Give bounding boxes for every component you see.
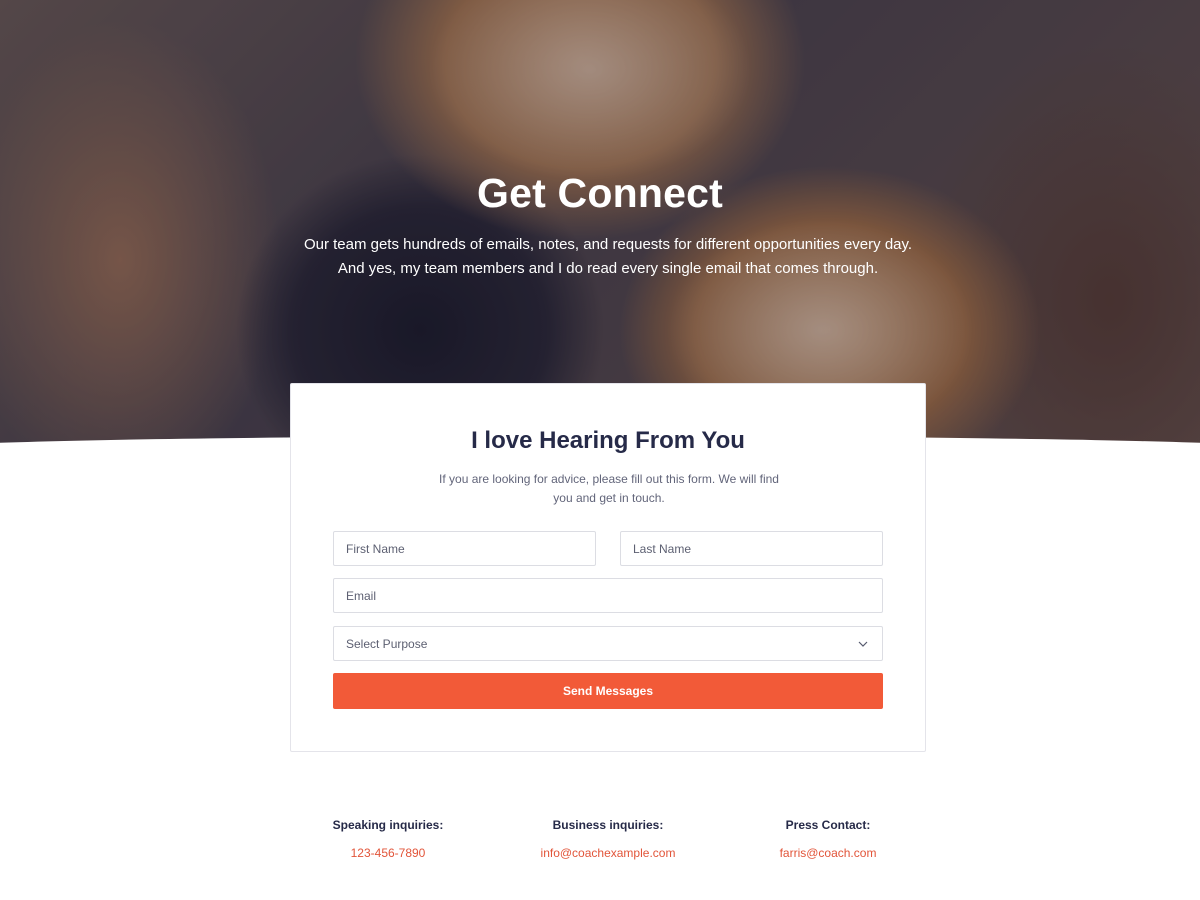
- send-messages-button[interactable]: Send Messages: [333, 673, 883, 709]
- first-name-input[interactable]: [346, 541, 595, 556]
- last-name-field[interactable]: [620, 531, 883, 566]
- contact-press-label: Press Contact:: [785, 818, 871, 832]
- chevron-down-icon: [856, 637, 870, 651]
- contact-form-card: I love Hearing From You If you are looki…: [290, 383, 926, 752]
- purpose-select[interactable]: Select Purpose: [333, 626, 883, 661]
- contact-business-email-link[interactable]: info@coachexample.com: [498, 846, 718, 860]
- first-name-field[interactable]: [333, 531, 596, 566]
- contact-business: Business inquiries: info@coachexample.co…: [498, 818, 718, 860]
- contact-speaking: Speaking inquiries: 123-456-7890: [278, 818, 498, 860]
- contact-business-label: Business inquiries:: [552, 818, 664, 832]
- contact-speaking-phone-link[interactable]: 123-456-7890: [278, 846, 498, 860]
- contact-press: Press Contact: farris@coach.com: [718, 818, 938, 860]
- last-name-input[interactable]: [633, 541, 882, 556]
- contact-speaking-label: Speaking inquiries:: [332, 818, 444, 832]
- email-field[interactable]: [333, 578, 883, 613]
- purpose-select-value: Select Purpose: [346, 636, 428, 651]
- hero-description: Our team gets hundreds of emails, notes,…: [303, 236, 913, 277]
- form-title: I love Hearing From You: [471, 427, 745, 454]
- contact-press-email-link[interactable]: farris@coach.com: [718, 846, 938, 860]
- email-input[interactable]: [346, 588, 882, 603]
- form-description: If you are looking for advice, please fi…: [439, 472, 779, 505]
- hero-title: Get Connect: [477, 170, 723, 216]
